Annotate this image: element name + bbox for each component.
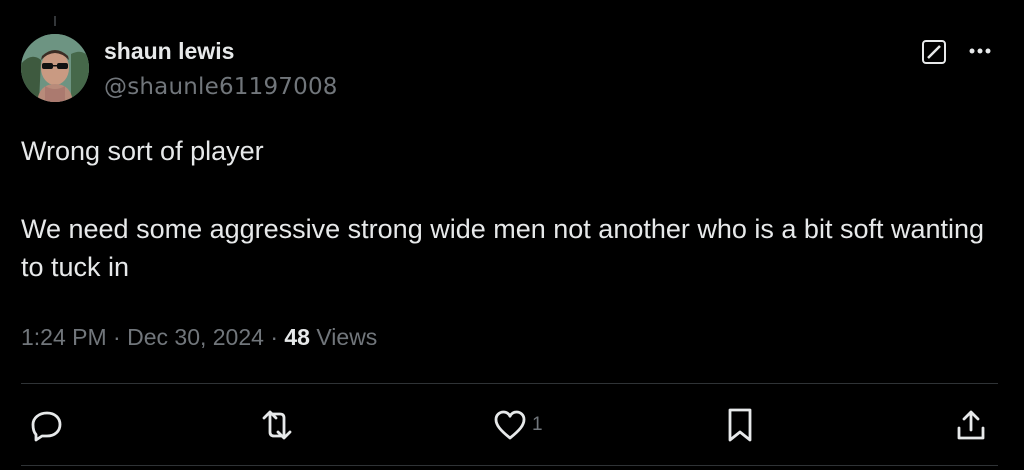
views-count: 48 — [284, 324, 310, 350]
tweet-text-line: We need some aggressive strong wide men … — [21, 214, 985, 282]
avatar[interactable] — [21, 34, 89, 102]
bookmark-button[interactable] — [724, 405, 756, 445]
retweet-icon — [262, 410, 292, 440]
retweet-button[interactable] — [256, 405, 298, 445]
meta-separator: · — [270, 324, 285, 350]
author-handle[interactable]: @shaunle61197008 — [104, 74, 338, 100]
divider — [21, 465, 998, 466]
more-options-button[interactable] — [962, 36, 998, 66]
tweet-text-line: Wrong sort of player — [21, 136, 264, 166]
grok-button[interactable] — [922, 40, 946, 64]
bookmark-icon — [728, 408, 752, 442]
share-icon — [957, 410, 985, 440]
like-button[interactable]: 1 — [492, 405, 543, 445]
tweet-metadata: 1:24 PM · Dec 30, 2024 · 48 Views — [21, 324, 377, 351]
reply-icon — [31, 411, 62, 442]
views-label: Views — [316, 324, 378, 350]
more-dots-icon — [969, 48, 991, 54]
author-display-name[interactable]: shaun lewis — [104, 38, 234, 65]
tweet-date[interactable]: Dec 30, 2024 — [127, 324, 264, 350]
like-count: 1 — [532, 414, 543, 435]
divider — [21, 383, 998, 384]
tweet-time[interactable]: 1:24 PM — [21, 324, 107, 350]
grok-icon — [927, 45, 941, 59]
tweet-text: Wrong sort of player We need some aggres… — [21, 132, 1011, 286]
thread-connector-line — [54, 16, 56, 26]
meta-separator: · — [113, 324, 128, 350]
reply-button[interactable] — [28, 405, 66, 445]
avatar-photo — [21, 34, 89, 102]
share-button[interactable] — [953, 405, 989, 445]
heart-icon — [494, 410, 526, 440]
